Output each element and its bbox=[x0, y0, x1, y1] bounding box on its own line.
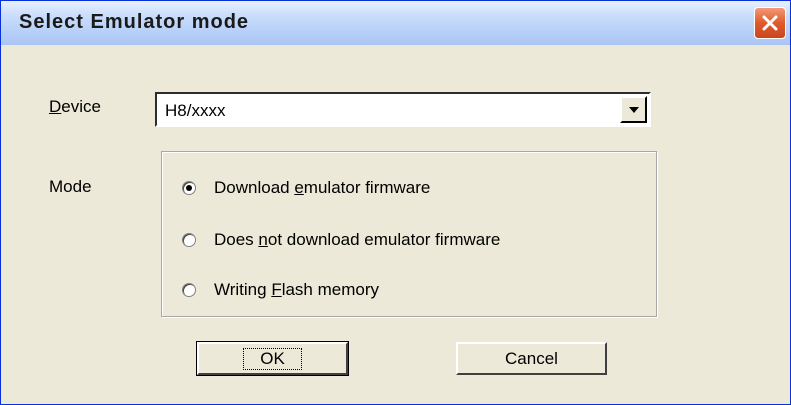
radio-no-download[interactable] bbox=[182, 233, 196, 247]
mode-option-download[interactable]: Download emulator firmware bbox=[182, 178, 430, 198]
close-icon bbox=[762, 15, 778, 31]
device-label: Device bbox=[49, 97, 101, 117]
mode-option-flash-label: Writing Flash memory bbox=[214, 280, 380, 299]
mode-option-no-download-label: Does not download emulator firmware bbox=[214, 230, 501, 249]
radio-flash[interactable] bbox=[182, 283, 196, 297]
dialog-title: Select Emulator mode bbox=[19, 11, 250, 33]
ok-button[interactable]: OK bbox=[196, 341, 349, 376]
cancel-button[interactable]: Cancel bbox=[456, 342, 607, 375]
ok-button-label: OK bbox=[243, 347, 302, 370]
mode-label: Mode bbox=[49, 177, 92, 196]
mode-group: Download emulator firmware Does not down… bbox=[161, 151, 657, 317]
close-button[interactable] bbox=[754, 7, 786, 39]
device-select-value: H8/xxxx bbox=[165, 101, 226, 120]
dialog-window: Select Emulator mode Device H8/xxxx Mode… bbox=[0, 0, 791, 405]
device-label-rest: evice bbox=[61, 97, 101, 116]
device-dropdown-button[interactable] bbox=[620, 96, 647, 123]
radio-download[interactable] bbox=[182, 181, 196, 195]
mode-option-flash[interactable]: Writing Flash memory bbox=[182, 280, 379, 300]
chevron-down-icon bbox=[628, 106, 639, 113]
mode-option-download-label: Download emulator firmware bbox=[214, 178, 431, 197]
device-select[interactable]: H8/xxxx bbox=[155, 92, 651, 127]
mode-option-no-download[interactable]: Does not download emulator firmware bbox=[182, 230, 500, 250]
title-bar[interactable]: Select Emulator mode bbox=[1, 1, 790, 45]
device-label-mnemonic: D bbox=[49, 97, 62, 116]
cancel-button-label: Cancel bbox=[505, 348, 558, 368]
